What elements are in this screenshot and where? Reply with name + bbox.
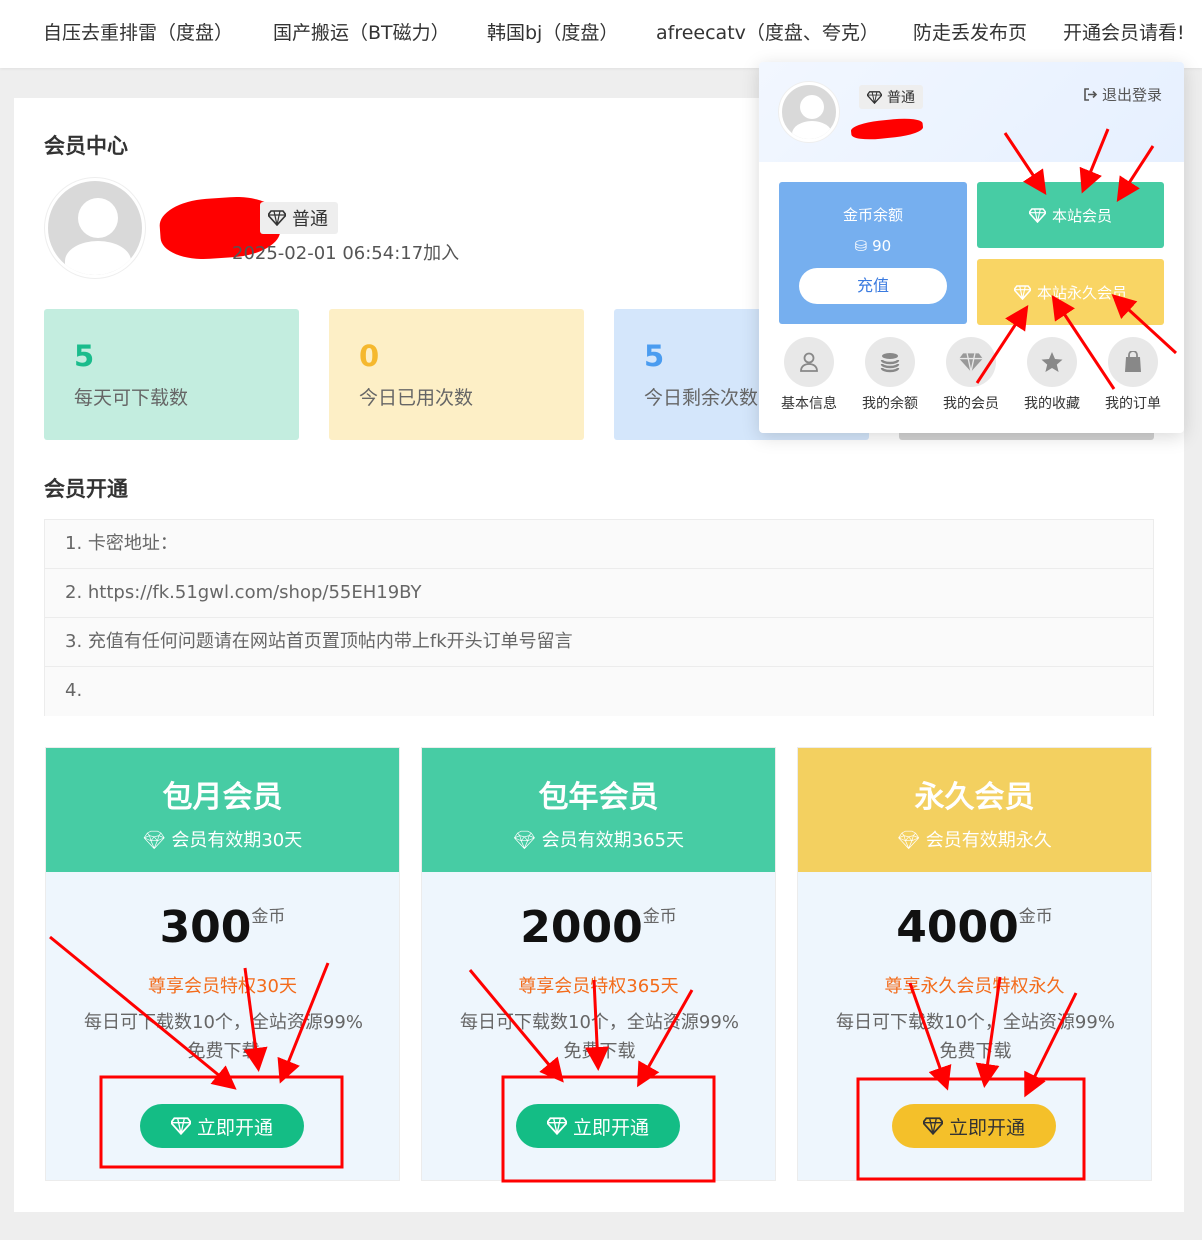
member-center-title: 会员中心 <box>44 134 128 158</box>
stat-card-daily-downloads: 5 每天可下载数 <box>44 309 299 440</box>
join-date: 2025-02-01 06:54:17加入 <box>232 243 460 264</box>
link-my-orders[interactable]: 我的订单 <box>1093 337 1173 413</box>
diamond-icon <box>959 352 983 372</box>
plan-unit: 金币 <box>251 907 286 927</box>
star-icon <box>1041 352 1063 372</box>
link-label: 我的订单 <box>1105 396 1161 412</box>
plan-privilege: 尊享会员特权365天 <box>518 976 679 997</box>
link-label: 我的会员 <box>943 396 999 412</box>
link-my-membership[interactable]: 我的会员 <box>931 337 1011 413</box>
stat-label: 今日已用次数 <box>359 387 474 409</box>
plan-description: 每日可下载数10个，全站资源99%免费下载 <box>460 1012 739 1062</box>
site-permanent-button[interactable]: 本站永久会员 <box>977 259 1164 325</box>
plan-privilege: 尊享会员特权30天 <box>148 976 297 997</box>
top-nav: 自压去重排雷（度盘） 国产搬运（BT磁力） 韩国bj（度盘） afreecatv… <box>0 0 1202 68</box>
plan-unit: 金币 <box>1018 907 1053 927</box>
stat-label: 每天可下载数 <box>74 387 189 409</box>
diamond-icon <box>922 1117 943 1135</box>
user-dropdown: 普通 退出登录 金币余额 ⛁ 90 充值 本站会员 本站永久会员 基本信息 我的… <box>759 62 1184 433</box>
plan-price: 2000 <box>520 902 643 953</box>
button-label: 立即开通 <box>948 1116 1025 1139</box>
nav-item-compression[interactable]: 自压去重排雷（度盘） <box>43 18 233 45</box>
plan-price: 4000 <box>896 902 1019 953</box>
level-badge: 普通 <box>260 202 338 234</box>
plan-header: 包月会员 💎︎ 会员有效期30天 <box>46 748 399 872</box>
plan-duration: 会员有效期30天 <box>171 830 303 851</box>
nav-item-release-page[interactable]: 防走丢发布页 <box>913 18 1027 45</box>
logout-icon <box>1084 88 1098 101</box>
notice-item: 1. 卡密地址： <box>45 520 1153 569</box>
site-member-label: 本站会员 <box>1051 206 1112 225</box>
plan-description: 每日可下载数10个，全站资源99%免费下载 <box>836 1012 1115 1062</box>
diamond-icon: 💎︎ <box>142 830 172 851</box>
site-member-button[interactable]: 本站会员 <box>977 182 1164 248</box>
dropdown-avatar <box>779 82 839 142</box>
link-basic-info[interactable]: 基本信息 <box>769 337 849 413</box>
logout-button[interactable]: 退出登录 <box>1084 84 1162 105</box>
coin-balance-card: 金币余额 ⛁ 90 充值 <box>779 182 967 324</box>
plan-header: 永久会员 💎︎ 会员有效期永久 <box>798 748 1151 872</box>
coins-icon: ⛁ <box>854 237 873 255</box>
button-label: 立即开通 <box>196 1116 273 1139</box>
plan-privilege: 尊享永久会员特权永久 <box>884 976 1065 997</box>
dropdown-links: 基本信息 我的余额 我的会员 我的收藏 我的订单 <box>769 337 1174 417</box>
diamond-icon <box>1013 284 1031 300</box>
stat-card-used-today: 0 今日已用次数 <box>329 309 584 440</box>
coin-title: 金币余额 <box>842 206 903 224</box>
avatar <box>45 178 145 278</box>
diamond-icon <box>867 90 882 104</box>
dropdown-level-label: 普通 <box>887 90 915 106</box>
open-monthly-button[interactable]: 立即开通 <box>140 1104 304 1148</box>
plan-price: 300 <box>159 902 252 953</box>
plan-name: 永久会员 <box>914 780 1035 815</box>
plan-duration: 会员有效期永久 <box>925 830 1052 851</box>
plan-description: 每日可下载数10个，全站资源99%免费下载 <box>84 1012 363 1062</box>
plan-card-permanent: 永久会员 💎︎ 会员有效期永久 4000金币 尊享永久会员特权永久 每日可下载数… <box>797 747 1152 1181</box>
shopping-bag-icon <box>1125 351 1141 372</box>
stat-value: 0 <box>359 339 380 373</box>
button-label: 立即开通 <box>572 1116 649 1139</box>
stat-label: 今日剩余次数 <box>644 387 759 409</box>
site-permanent-label: 本站永久会员 <box>1036 283 1127 302</box>
plan-name: 包年会员 <box>538 780 659 815</box>
diamond-icon <box>268 210 286 226</box>
recharge-button[interactable]: 充值 <box>799 268 947 304</box>
diamond-icon <box>1028 207 1046 223</box>
diamond-icon <box>546 1117 567 1135</box>
diamond-icon: 💎︎ <box>513 830 542 851</box>
stat-value: 5 <box>644 339 665 373</box>
link-my-favorites[interactable]: 我的收藏 <box>1012 337 1092 413</box>
notice-item: 2. https://fk.51gwl.com/shop/55EH19BY <box>45 569 1153 618</box>
logout-label: 退出登录 <box>1102 86 1163 104</box>
nav-item-afreecatv[interactable]: afreecatv（度盘、夸克） <box>656 18 879 45</box>
link-label: 基本信息 <box>781 396 837 412</box>
link-label: 我的收藏 <box>1024 396 1080 412</box>
link-label: 我的余额 <box>862 396 918 412</box>
notice-list: 1. 卡密地址： 2. https://fk.51gwl.com/shop/55… <box>44 519 1154 716</box>
plan-name: 包月会员 <box>162 780 283 815</box>
plan-card-monthly: 包月会员 💎︎ 会员有效期30天 300金币 尊享会员特权30天 每日可下载数1… <box>45 747 400 1181</box>
notice-item: 3. 充值有任何问题请在网站首页置顶帖内带上fk开头订单号留言 <box>45 618 1153 667</box>
open-yearly-button[interactable]: 立即开通 <box>516 1104 680 1148</box>
nav-item-korean-bj[interactable]: 韩国bj（度盘） <box>487 18 618 45</box>
stat-value: 5 <box>74 339 95 373</box>
coin-value: 90 <box>872 237 892 255</box>
level-label: 普通 <box>292 209 328 230</box>
notice-item: 4. <box>45 667 1153 716</box>
link-my-balance[interactable]: 我的余额 <box>850 337 930 413</box>
nav-item-membership-info[interactable]: 开通会员请看! <box>1063 18 1185 45</box>
opening-title: 会员开通 <box>44 477 128 501</box>
plan-unit: 金币 <box>642 907 677 927</box>
coins-icon <box>880 353 900 373</box>
plan-card-yearly: 包年会员 💎︎ 会员有效期365天 2000金币 尊享会员特权365天 每日可下… <box>421 747 776 1181</box>
dropdown-level-badge: 普通 <box>859 85 923 109</box>
diamond-icon: 💎︎ <box>897 830 926 851</box>
diamond-icon <box>170 1117 191 1135</box>
nav-item-domestic[interactable]: 国产搬运（BT磁力） <box>273 18 450 45</box>
open-permanent-button[interactable]: 立即开通 <box>892 1104 1056 1148</box>
plan-duration: 会员有效期365天 <box>541 830 684 851</box>
plan-header: 包年会员 💎︎ 会员有效期365天 <box>422 748 775 872</box>
user-icon <box>800 352 818 372</box>
